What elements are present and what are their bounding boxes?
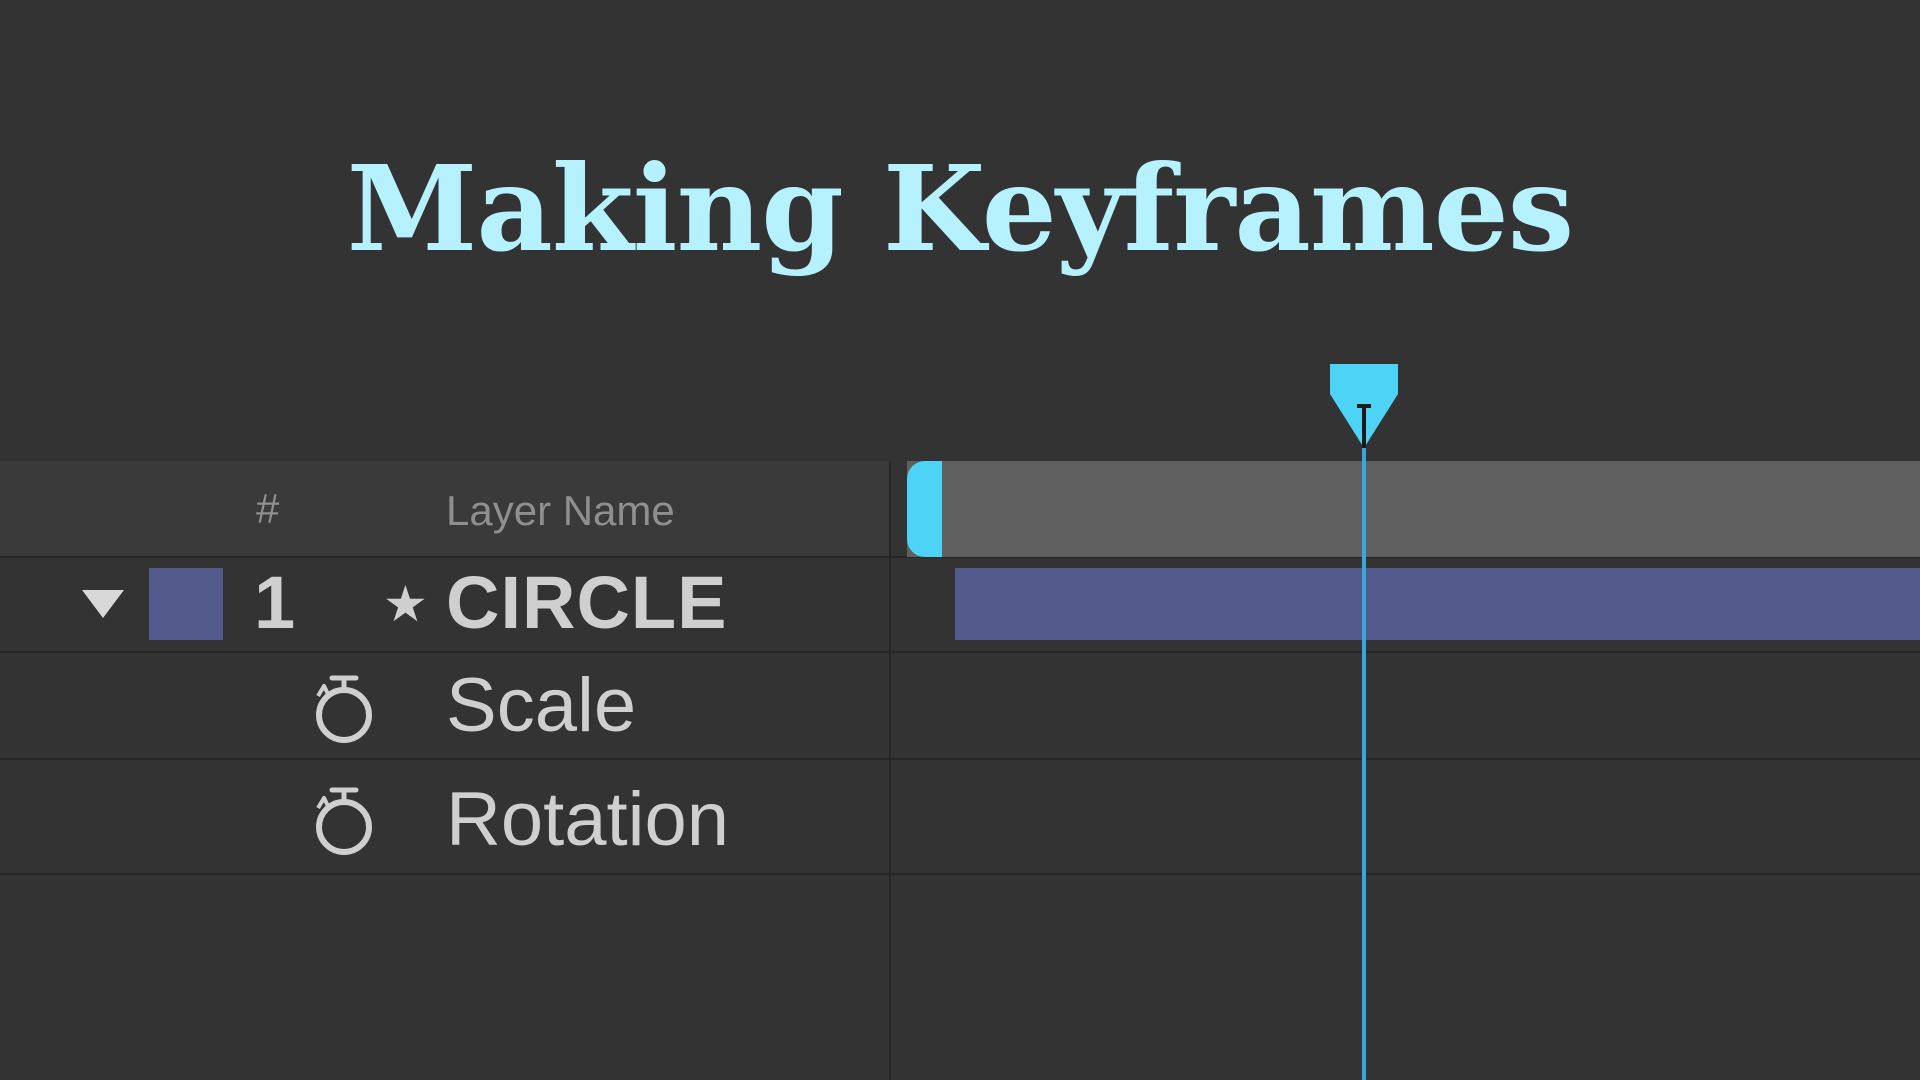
page-title: Making Keyframes xyxy=(346,139,1574,278)
property-rotation[interactable]: Rotation xyxy=(446,782,729,858)
layer-panel-header xyxy=(0,461,890,557)
layer-number: 1 xyxy=(254,561,296,644)
layer-name[interactable]: CIRCLE xyxy=(446,566,727,640)
work-area-start-handle[interactable] xyxy=(907,461,942,557)
layer-label-color[interactable] xyxy=(149,568,223,640)
column-header-number: # xyxy=(256,485,280,532)
row-divider xyxy=(0,758,1920,760)
playhead-line[interactable] xyxy=(1362,420,1366,1080)
row-divider xyxy=(0,651,1920,653)
expand-triangle-icon[interactable] xyxy=(82,590,124,618)
stopwatch-icon[interactable] xyxy=(312,672,376,744)
star-icon: ★ xyxy=(383,576,428,632)
playhead-marker-icon[interactable] xyxy=(1330,364,1398,448)
layer-duration-bar[interactable] xyxy=(955,568,1920,640)
row-divider xyxy=(0,873,1920,875)
property-scale[interactable]: Scale xyxy=(446,668,636,744)
stopwatch-icon[interactable] xyxy=(312,784,376,856)
work-area-bar[interactable] xyxy=(907,461,1920,557)
column-header-layer-name: Layer Name xyxy=(446,487,675,534)
panel-divider[interactable] xyxy=(889,461,891,1080)
